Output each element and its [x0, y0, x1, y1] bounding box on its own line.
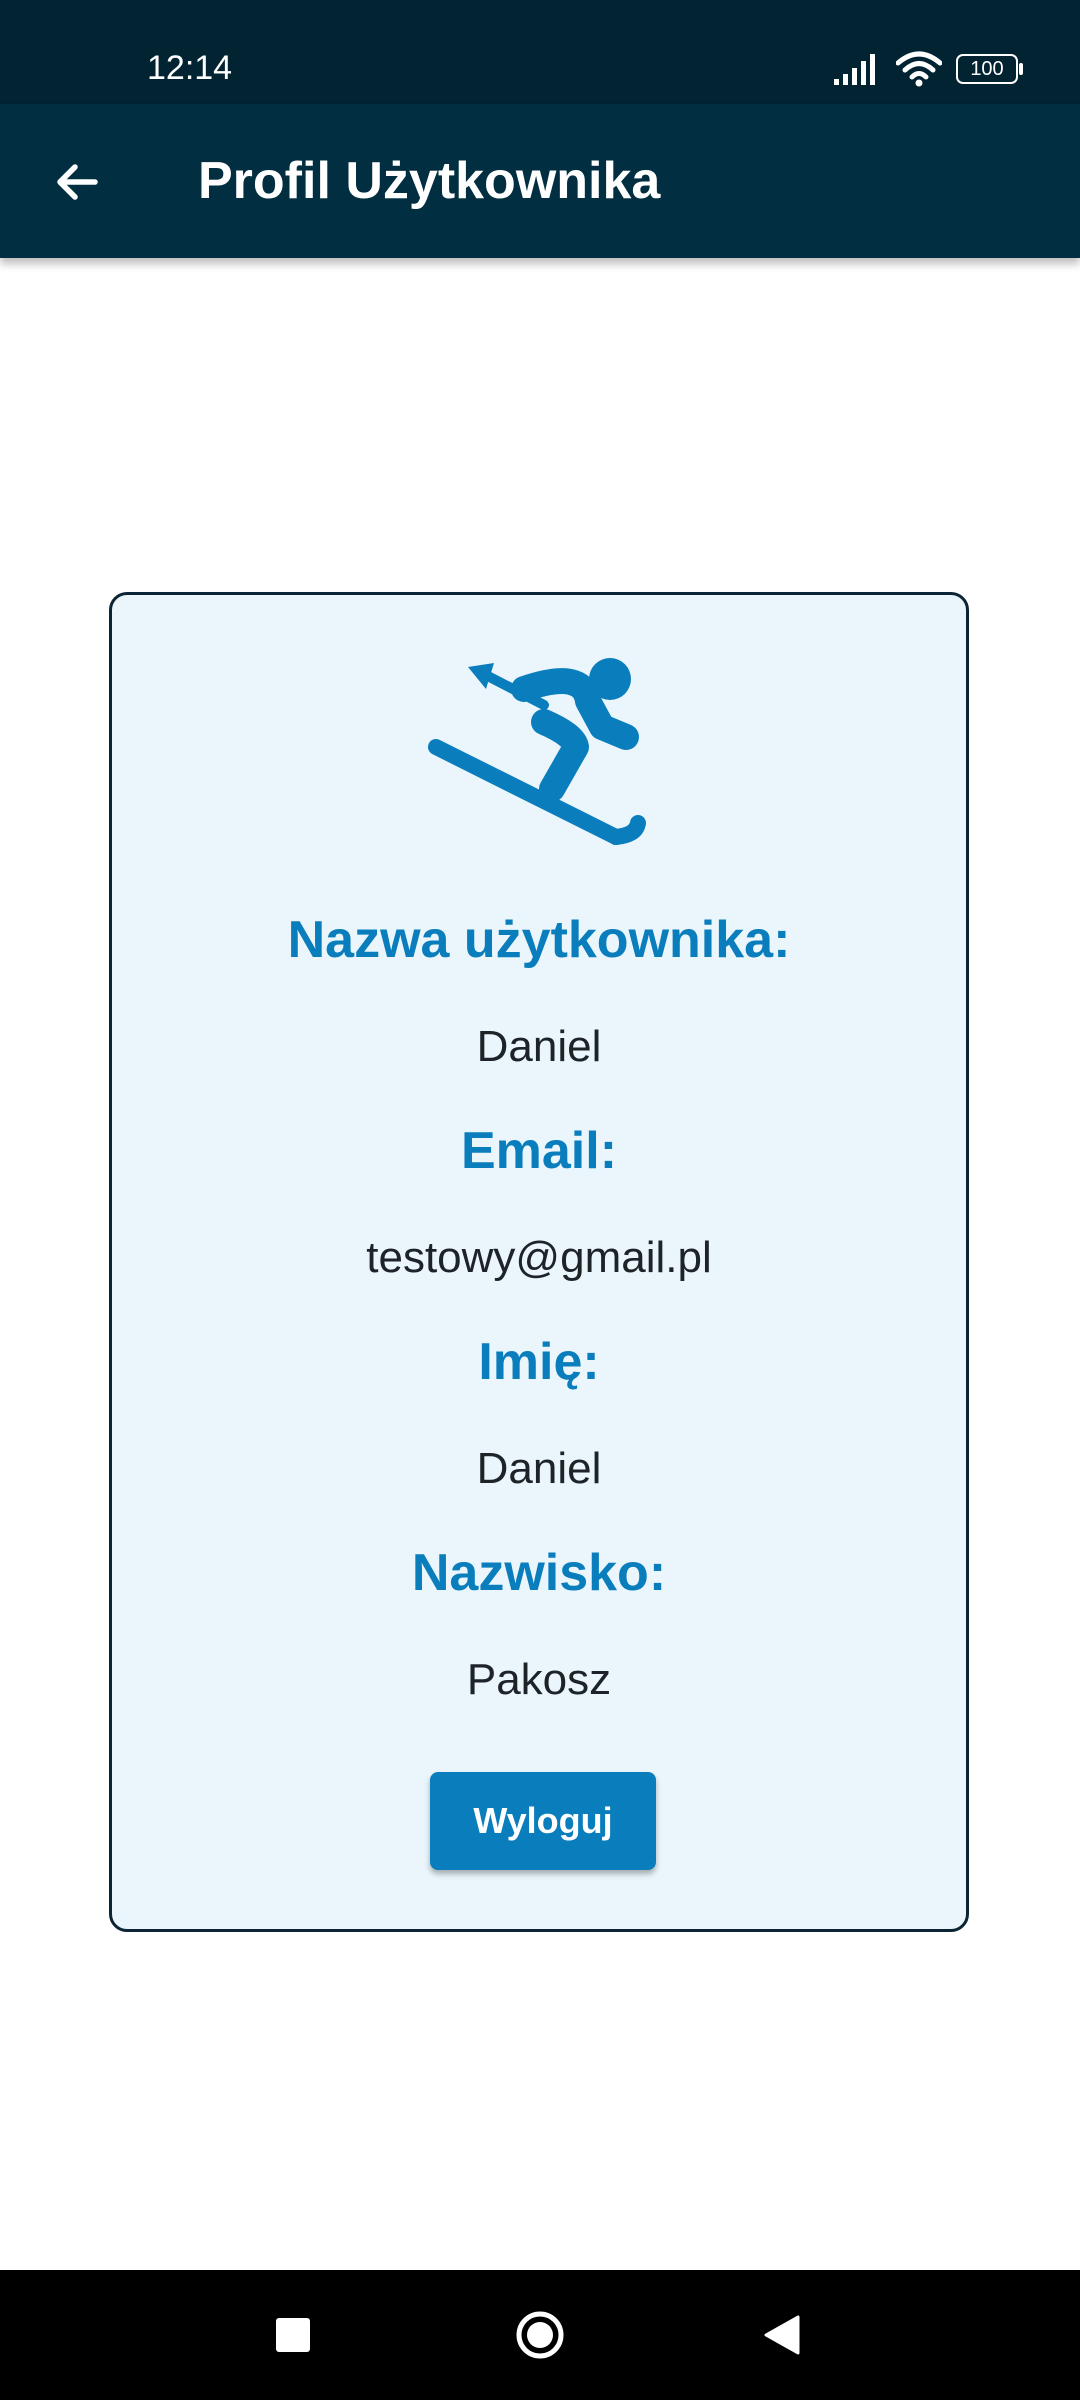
app-bar: Profil Użytkownika: [0, 104, 1080, 258]
home-circle-icon: [516, 2311, 564, 2359]
navigation-bar: [0, 2270, 1080, 2400]
signal-icon: [834, 54, 875, 85]
logout-button[interactable]: Wyloguj: [430, 1772, 656, 1870]
skier-icon: [428, 658, 646, 845]
recents-square-icon: [276, 2318, 310, 2352]
back-button[interactable]: [42, 147, 112, 217]
battery-level: 100: [970, 58, 1004, 80]
home-button[interactable]: [505, 2300, 575, 2370]
status-bar: 12:14 100: [0, 0, 1080, 104]
system-back-button[interactable]: [747, 2300, 817, 2370]
back-triangle-icon: [764, 2315, 800, 2355]
first-name-value: Daniel: [476, 1444, 602, 1493]
wifi-icon: [896, 51, 942, 87]
last-name-label: Nazwisko:: [411, 1544, 667, 1602]
arrow-left-icon: [57, 164, 98, 200]
last-name-value: Pakosz: [466, 1655, 612, 1704]
page-title: Profil Użytkownika: [198, 152, 661, 210]
recents-button[interactable]: [258, 2300, 328, 2370]
first-name-label: Imię:: [478, 1333, 600, 1391]
email-value: testowy@gmail.pl: [366, 1233, 712, 1282]
status-icons: 100: [834, 48, 1023, 90]
battery-icon: 100: [956, 54, 1023, 84]
status-time: 12:14: [147, 49, 233, 87]
email-label: Email:: [460, 1122, 618, 1180]
username-label: Nazwa użytkownika:: [287, 911, 791, 969]
profile-card: Nazwa użytkownika: Daniel Email: testowy…: [109, 592, 969, 1932]
username-value: Daniel: [476, 1022, 602, 1071]
